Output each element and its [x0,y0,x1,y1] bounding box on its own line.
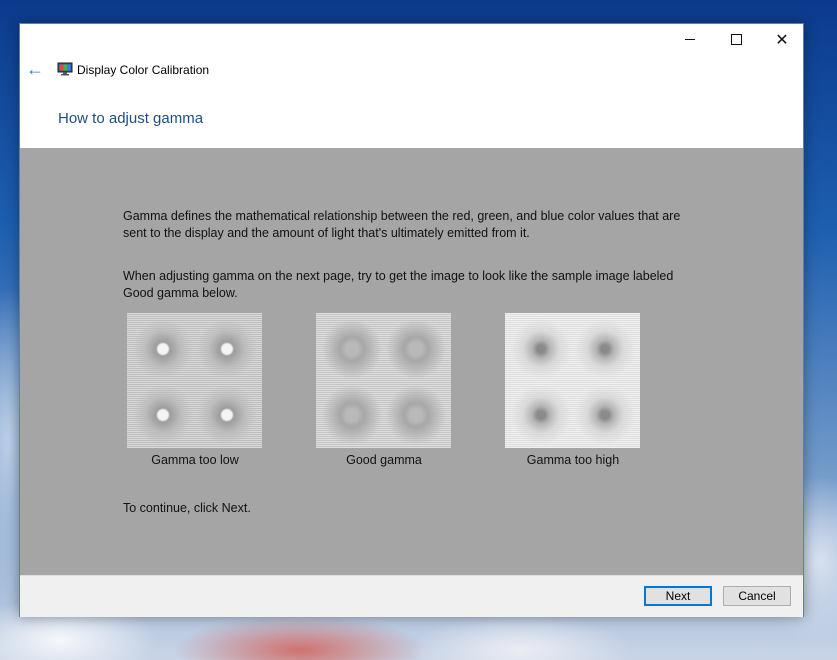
footer-bar: Next Cancel [20,575,803,617]
next-button[interactable]: Next [644,586,712,606]
sample-spot [386,385,446,445]
good-gamma-label: Good gamma [346,453,422,467]
gamma-too-high-label: Gamma too high [526,453,620,467]
sample-spot [575,385,635,445]
gamma-instructions-text: When adjusting gamma on the next page, t… [123,269,674,300]
gamma-too-high-sample [505,313,640,448]
sample-spot [133,385,193,445]
monitor-icon [57,62,73,76]
sample-spot [322,319,382,379]
sample-spot [322,385,382,445]
close-icon: ✕ [775,31,789,49]
minimize-button[interactable] [667,24,713,55]
close-button[interactable]: ✕ [759,24,805,55]
app-title: Display Color Calibration [77,63,210,77]
page-title: How to adjust gamma [58,110,204,127]
back-arrow-icon[interactable]: ← [26,59,44,79]
gamma-definition-text: Gamma defines the mathematical relations… [123,209,681,240]
sample-spot [511,385,571,445]
sample-spot [386,319,446,379]
gamma-too-low-label: Gamma too low [151,453,239,467]
content-area: Gamma defines the mathematical relations… [20,148,803,575]
minimize-icon [685,39,695,40]
gamma-too-low-sample [127,313,262,448]
sample-spot [511,319,571,379]
maximize-button[interactable] [713,24,759,55]
sample-spot [197,385,257,445]
good-gamma-sample [316,313,451,448]
continue-instruction-text: To continue, click Next. [123,501,251,515]
sample-spot [197,319,257,379]
maximize-icon [730,34,742,45]
cancel-button[interactable]: Cancel [723,586,791,606]
calibration-window: ✕ ← Display Color Calibration How to adj… [19,23,804,617]
sample-spot [133,319,193,379]
sample-spot [575,319,635,379]
